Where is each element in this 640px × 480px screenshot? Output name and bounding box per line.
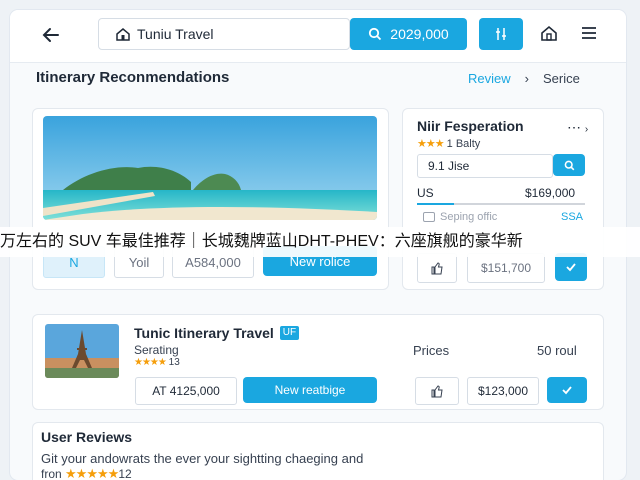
card2-rating-text: 13 (168, 357, 180, 368)
breadcrumb-service[interactable]: Serice (543, 71, 580, 86)
side-price-text: $151,700 (480, 261, 532, 275)
side-input-text: 9.1 Jise (428, 159, 470, 173)
breadcrumb-review[interactable]: Review (468, 71, 511, 86)
chevron-right-icon: › (524, 71, 529, 86)
location-text: Tuniu Travel (137, 26, 214, 42)
check-icon (566, 263, 576, 272)
card2-subtitle: Serating (134, 343, 179, 357)
side-progress-track (417, 203, 585, 205)
side-stars: ★★★ (417, 138, 445, 150)
card2-prices-value: 50 roul (537, 343, 577, 358)
card2-value-text: AT 4125,000 (152, 384, 220, 398)
more-options-button[interactable]: ⋯ › (567, 119, 588, 136)
back-button[interactable] (40, 24, 64, 46)
home-nav-button[interactable] (540, 24, 560, 44)
side-shipping-row: Seping offic (423, 211, 497, 223)
thumbs-up-icon (431, 262, 443, 275)
shipping-icon (423, 212, 435, 222)
side-confirm-button[interactable] (555, 253, 587, 281)
card2-price-text: $123,000 (477, 384, 529, 398)
itinerary-card-1: N Yoil A584,000 New rolice (32, 108, 389, 290)
review-line-1: Git your andowrats the ever your sightti… (41, 451, 364, 466)
location-field[interactable]: Tuniu Travel (98, 18, 350, 50)
card2-rating: ★★★★ 13 (134, 357, 180, 368)
hamburger-icon (582, 27, 596, 39)
house-icon (541, 25, 557, 41)
overlay-caption-banner: 万左右的 SUV 车最佳推荐｜长城魏牌蓝山DHT-PHEV：六座旗舰的豪华新 (0, 227, 640, 257)
itinerary-card-2: Tunic Itinerary Travel UF Serating ★★★★ … (32, 314, 604, 410)
eiffel-image (45, 324, 119, 378)
side-price-field[interactable]: $151,700 (467, 253, 545, 283)
side-title: Niir Fesperation (417, 118, 524, 134)
card2-new-button-label: New reatbige (274, 383, 346, 397)
filter-button[interactable] (479, 18, 523, 50)
card2-badge: UF (279, 326, 300, 340)
sliders-icon (496, 28, 506, 40)
section-title: Itinerary Reconmendations (36, 69, 230, 86)
side-thumb-button[interactable] (417, 253, 457, 283)
thumbs-up-icon (431, 385, 443, 398)
card2-thumb-button[interactable] (415, 377, 459, 405)
search-icon (564, 160, 574, 170)
search-value: 2029,000 (390, 26, 449, 42)
beach-image (43, 116, 377, 220)
side-rating: ★★★ 1 Balty (417, 137, 480, 150)
card2-title: Tunic Itinerary Travel (134, 325, 274, 341)
side-shipping-text: Seping offic (440, 211, 498, 223)
search-icon (369, 27, 382, 41)
breadcrumb: Review › Serice (468, 71, 580, 86)
reviews-section: User Reviews Git your andowrats the ever… (32, 422, 604, 480)
card2-prices-label: Prices (413, 343, 450, 358)
side-shipping-code: SSA (561, 211, 584, 223)
check-icon (562, 386, 572, 395)
side-input[interactable]: 9.1 Jise (417, 154, 553, 178)
side-search-button[interactable] (553, 154, 585, 176)
side-amount: $169,000 (525, 186, 576, 200)
arrow-left-icon (42, 28, 59, 42)
card2-confirm-button[interactable] (547, 377, 587, 403)
card2-value-field[interactable]: AT 4125,000 (135, 377, 237, 405)
card2-title-row: Tunic Itinerary Travel UF (134, 325, 300, 341)
side-rating-text: 1 Balty (446, 138, 481, 150)
card2-new-button[interactable]: New reatbige (243, 377, 377, 403)
card2-price-field[interactable]: $123,000 (467, 377, 539, 405)
search-button[interactable]: 2029,000 (350, 18, 467, 50)
side-progress-fill (417, 203, 454, 205)
menu-button[interactable] (580, 25, 600, 43)
review-prefix: fron (41, 467, 62, 480)
review-line-2: fron ★★★★★12 (41, 466, 132, 480)
review-count: 12 (118, 467, 132, 480)
side-currency: US (417, 186, 434, 200)
reviews-title: User Reviews (41, 429, 133, 445)
top-bar: Tuniu Travel 2029,000 (10, 10, 626, 63)
review-stars: ★★★★★ (65, 466, 119, 480)
side-card: Niir Fesperation ⋯ › ★★★ 1 Balty 9.1 Jis… (402, 108, 604, 290)
card2-stars: ★★★★ (134, 357, 167, 368)
home-icon (116, 28, 130, 41)
